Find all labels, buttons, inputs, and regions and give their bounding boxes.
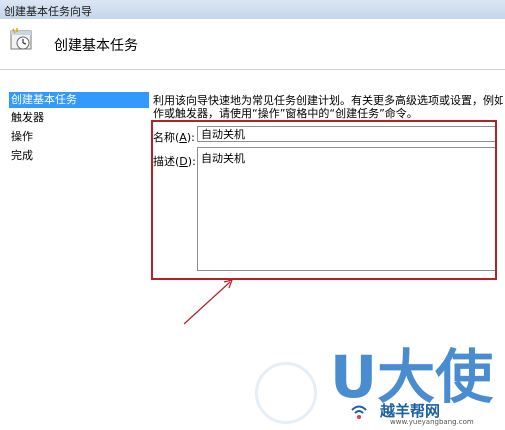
window-title-bar[interactable]: 创建基本任务向导: [0, 0, 505, 20]
highlight-box: [151, 120, 497, 280]
wizard-header: 创建基本任务: [0, 19, 505, 69]
description-line-2: 作或触发器，请使用“操作”窗格中的“创建任务”命令。: [153, 107, 418, 120]
watermark: U大使 越羊帮网 www.yueyangbang.com: [330, 330, 505, 430]
nav-item-trigger[interactable]: 触发器: [9, 110, 149, 126]
watermark-circle: [255, 362, 317, 424]
wifi-logo-icon: [351, 405, 367, 419]
nav-item-finish[interactable]: 完成: [9, 148, 149, 164]
arrow-annotation: [183, 279, 233, 325]
task-scheduler-icon: [10, 28, 32, 50]
description-line-1: 利用该向导快速地为常见任务创建计划。有关更多高级选项或设置，例如多任务操: [153, 94, 503, 107]
wizard-description: 利用该向导快速地为常见任务创建计划。有关更多高级选项或设置，例如多任务操 作或触…: [153, 94, 503, 120]
nav-item-action[interactable]: 操作: [9, 129, 149, 145]
watermark-url: www.yueyangbang.com: [390, 418, 474, 426]
page-title: 创建基本任务: [54, 38, 138, 54]
window-title: 创建基本任务向导: [4, 5, 92, 18]
nav-item-create-basic-task[interactable]: 创建基本任务: [9, 92, 149, 108]
